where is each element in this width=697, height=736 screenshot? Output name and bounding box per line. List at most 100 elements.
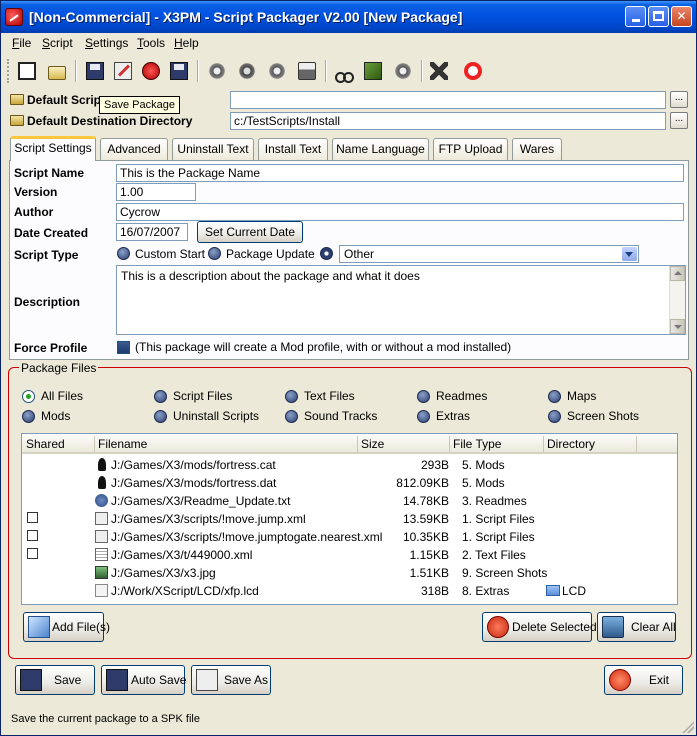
- script-name-input[interactable]: This is the Package Name: [116, 164, 684, 182]
- tab-uninstall-text[interactable]: Uninstall Text: [172, 138, 254, 160]
- filter-maps-label[interactable]: Maps: [567, 389, 596, 403]
- radio-other[interactable]: [320, 247, 333, 260]
- column-divider[interactable]: [543, 436, 544, 452]
- dest-dir-browse-button[interactable]: ...: [670, 112, 688, 129]
- force-profile-checkbox[interactable]: [117, 341, 130, 354]
- menu-file[interactable]: File: [12, 36, 31, 50]
- shared-checkbox[interactable]: [27, 530, 38, 541]
- filter-text-files-label[interactable]: Text Files: [304, 389, 355, 403]
- script-type-combo[interactable]: Other: [339, 245, 639, 263]
- shared-checkbox[interactable]: [27, 512, 38, 523]
- filter-sound-tracks-radio[interactable]: [285, 410, 298, 423]
- filter-mods-radio[interactable]: [22, 410, 35, 423]
- date-created-input[interactable]: 16/07/2007: [116, 223, 188, 241]
- settings-gear-button[interactable]: [205, 59, 229, 83]
- table-row[interactable]: J:/Games/X3/mods/fortress.dat 812.09KB 5…: [22, 474, 677, 492]
- tab-advanced[interactable]: Advanced: [100, 138, 168, 160]
- menu-script[interactable]: Script: [42, 36, 73, 50]
- shared-checkbox[interactable]: [27, 548, 38, 559]
- resize-grip-icon[interactable]: [682, 721, 694, 733]
- export-button[interactable]: [139, 59, 163, 83]
- multi-gear-button[interactable]: [265, 59, 289, 83]
- author-input[interactable]: Cycrow: [116, 203, 684, 221]
- cut-button[interactable]: [331, 59, 355, 83]
- app-icon[interactable]: [5, 8, 23, 26]
- tools-button[interactable]: [427, 59, 451, 83]
- column-divider[interactable]: [357, 436, 358, 452]
- table-row[interactable]: J:/Games/X3/t/449000.xml 1.15KB 2. Text …: [22, 546, 677, 564]
- close-button[interactable]: ✕: [671, 6, 692, 27]
- column-filename[interactable]: Filename: [98, 437, 147, 451]
- toolbar-grip[interactable]: [7, 59, 10, 83]
- chevron-down-icon[interactable]: [622, 247, 637, 261]
- filter-screen-shots-label[interactable]: Screen Shots: [567, 409, 639, 423]
- filter-extras-radio[interactable]: [417, 410, 430, 423]
- filter-readmes-radio[interactable]: [417, 390, 430, 403]
- delete-selected-button[interactable]: Delete Selected: [482, 612, 597, 642]
- menu-tools[interactable]: Tools: [137, 36, 165, 50]
- column-size[interactable]: Size: [361, 437, 384, 451]
- menu-help[interactable]: Help: [174, 36, 199, 50]
- filter-uninstall-scripts-label[interactable]: Uninstall Scripts: [173, 409, 259, 423]
- files-list[interactable]: Shared Filename Size File Type Directory…: [21, 433, 678, 605]
- tab-install-text[interactable]: Install Text: [258, 138, 328, 160]
- open-package-button[interactable]: [45, 59, 69, 83]
- tools-gear-button[interactable]: [391, 59, 415, 83]
- package-box-button[interactable]: [361, 59, 385, 83]
- filter-all-files-radio[interactable]: [22, 390, 35, 403]
- filter-sound-tracks-label[interactable]: Sound Tracks: [304, 409, 377, 423]
- menu-settings[interactable]: Settings: [85, 36, 128, 50]
- tab-name-language[interactable]: Name Language: [332, 138, 429, 160]
- script-dir-input[interactable]: [230, 91, 666, 109]
- tab-script-settings[interactable]: Script Settings: [10, 136, 96, 161]
- exit-button[interactable]: Exit: [604, 665, 683, 695]
- table-row[interactable]: J:/Work/XScript/LCD/xfp.lcd 318B 8. Extr…: [22, 582, 677, 600]
- scroll-up-icon[interactable]: [670, 266, 685, 281]
- column-directory[interactable]: Directory: [547, 437, 595, 451]
- filter-uninstall-scripts-radio[interactable]: [154, 410, 167, 423]
- save-button[interactable]: Save: [15, 665, 95, 695]
- help-button[interactable]: [461, 59, 485, 83]
- save-package-button[interactable]: [83, 59, 107, 83]
- minimize-button[interactable]: [625, 6, 646, 27]
- filter-script-files-label[interactable]: Script Files: [173, 389, 232, 403]
- clear-all-button[interactable]: Clear All: [597, 612, 676, 642]
- radio-package-update-label[interactable]: Package Update: [226, 247, 315, 261]
- script-settings-button[interactable]: [235, 59, 259, 83]
- filter-screen-shots-radio[interactable]: [548, 410, 561, 423]
- filter-maps-radio[interactable]: [548, 390, 561, 403]
- scroll-down-icon[interactable]: [670, 319, 685, 334]
- radio-package-update[interactable]: [208, 247, 221, 260]
- filter-text-files-radio[interactable]: [285, 390, 298, 403]
- column-shared[interactable]: Shared: [26, 437, 65, 451]
- auto-save-button[interactable]: Auto Save: [101, 665, 186, 695]
- table-row[interactable]: J:/Games/X3/mods/fortress.cat 293B 5. Mo…: [22, 456, 677, 474]
- filter-extras-label[interactable]: Extras: [436, 409, 470, 423]
- version-input[interactable]: 1.00: [116, 183, 196, 201]
- table-row[interactable]: J:/Games/X3/Readme_Update.txt 14.78KB 3.…: [22, 492, 677, 510]
- filter-mods-label[interactable]: Mods: [41, 409, 70, 423]
- save-as-button[interactable]: [111, 59, 135, 83]
- column-file-type[interactable]: File Type: [453, 437, 501, 451]
- table-row[interactable]: J:/Games/X3/scripts/!move.jump.xml 13.59…: [22, 510, 677, 528]
- save-all-button[interactable]: [167, 59, 191, 83]
- title-bar[interactable]: [Non-Commercial] - X3PM - Script Package…: [1, 1, 696, 33]
- filter-all-files-label[interactable]: All Files: [41, 389, 83, 403]
- add-files-button[interactable]: Add File(s): [23, 612, 110, 642]
- table-row[interactable]: J:/Games/X3/scripts/!move.jumptogate.nea…: [22, 528, 677, 546]
- description-scrollbar[interactable]: [669, 266, 685, 334]
- save-as-bottom-button[interactable]: Save As: [191, 665, 271, 695]
- radio-custom-start-label[interactable]: Custom Start: [135, 247, 205, 261]
- column-divider[interactable]: [636, 436, 637, 452]
- filter-script-files-radio[interactable]: [154, 390, 167, 403]
- radio-custom-start[interactable]: [117, 247, 130, 260]
- print-button[interactable]: [295, 59, 319, 83]
- table-row[interactable]: J:/Games/X3/x3.jpg 1.51KB 9. Screen Shot…: [22, 564, 677, 582]
- new-package-button[interactable]: [15, 59, 39, 83]
- maximize-button[interactable]: [648, 6, 669, 27]
- column-divider[interactable]: [94, 436, 95, 452]
- filter-readmes-label[interactable]: Readmes: [436, 389, 487, 403]
- script-dir-browse-button[interactable]: ...: [670, 91, 688, 108]
- tab-wares[interactable]: Wares: [512, 138, 562, 160]
- tab-ftp-upload[interactable]: FTP Upload: [433, 138, 508, 160]
